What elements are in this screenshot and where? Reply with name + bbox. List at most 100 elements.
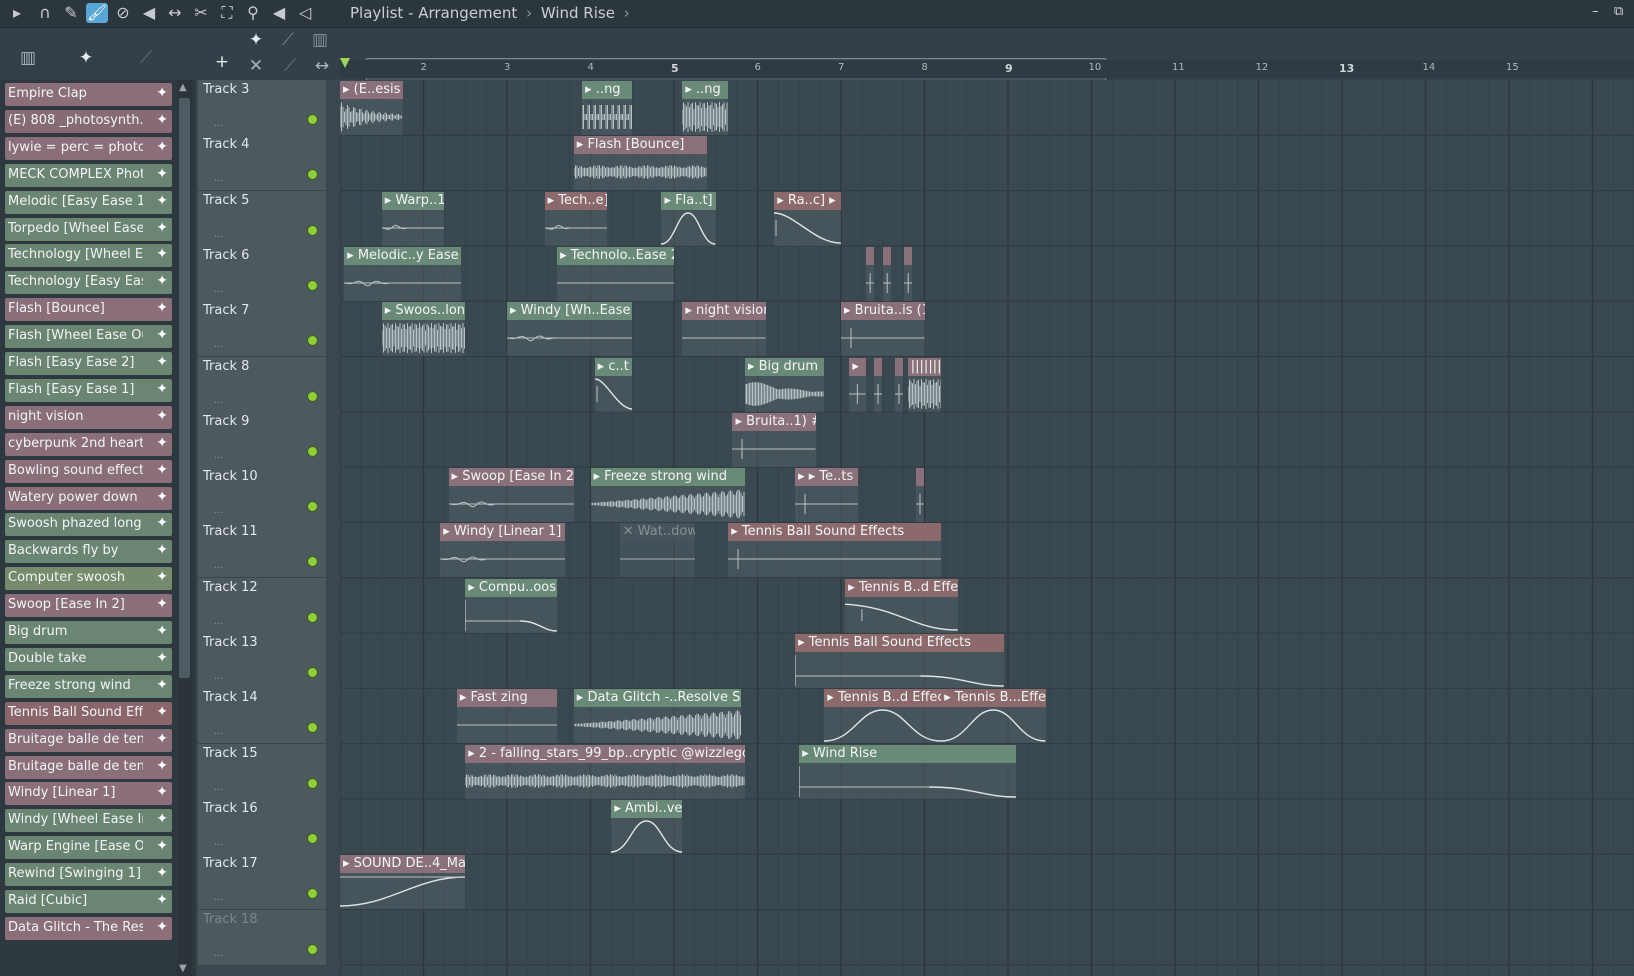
channel-item[interactable]: Double take ✦ [5,647,172,671]
track-options-icon[interactable]: ... [214,782,224,793]
audio-clip[interactable]: ▸ ..ng [582,81,633,135]
audio-clip[interactable]: ||||||| [907,357,942,412]
channel-item[interactable]: Data Glitch - The Res.. ✦ [5,916,172,940]
audio-clip[interactable]: ▸ Ra..c] ▸ [774,191,841,246]
track-options-icon[interactable]: ... [214,229,224,240]
channel-item[interactable]: Watery power down ✦ [5,486,172,510]
audio-clip[interactable]: ▸ Fast zing [456,689,558,744]
audio-clip[interactable] [895,357,904,412]
channel-item[interactable]: Computer swoosh ✦ [5,567,172,591]
audio-clip[interactable]: ▸ Ambi..ves [611,799,683,854]
track-options-icon[interactable]: ... [214,616,224,627]
zoom-icon[interactable]: ⚲ [242,3,264,23]
channel-item[interactable]: Technology [Easy Eas.. ✦ [5,271,172,295]
track-enable-led[interactable] [307,943,318,955]
scrollbar-thumb[interactable] [179,98,190,678]
channel-scrollbar[interactable]: ▲ ▼ [177,80,192,976]
magnet-icon[interactable]: ∩ [34,3,56,23]
track-header[interactable]: Track 18... [198,909,326,966]
audio-clip[interactable]: ▸ Melodic..y Ease 1] [344,246,462,301]
channel-item[interactable]: Empire Clap ✦ [5,83,172,106]
pattern-name[interactable]: Wind Rise [541,4,615,22]
track-enable-led[interactable] [307,667,318,678]
audio-clip[interactable]: ✕ Wat..down [619,523,695,578]
track-enable-led[interactable] [307,224,318,236]
track-options-icon[interactable]: ... [214,173,224,184]
pencil-icon[interactable]: ✎ [60,3,82,23]
channel-item[interactable]: Technology [Wheel Ea.. ✦ [5,244,172,268]
delete-icon[interactable]: ⊘ [112,3,134,23]
track-options-icon[interactable]: ... [214,948,224,959]
track-options-icon[interactable]: ... [214,505,224,516]
track-header[interactable]: Track 4... [198,135,326,192]
track-options-icon[interactable]: ... [214,560,224,571]
track-options-icon[interactable]: ... [214,284,224,295]
track-header[interactable]: Track 17... [198,854,326,911]
paint-brush-icon[interactable]: 🖌 [86,3,108,23]
horizontal-resize-icon[interactable]: ↔ [310,56,334,76]
audio-clip[interactable]: ▸ SOUND DE..4_Master [340,855,466,910]
audio-clip[interactable]: ▸ Freeze strong wind [590,468,745,523]
restore-button[interactable]: ⧉ [1614,4,1623,19]
add-track-icon[interactable]: + [210,52,234,72]
audio-clip[interactable]: ▸ (E..esis [340,81,403,135]
audio-clip[interactable]: ▸ Wind Rise [799,744,1017,799]
audio-clip[interactable]: ▸ ..ng [682,81,729,135]
mute-icon[interactable]: ◀ [138,3,160,23]
audio-clip[interactable]: ▸ 2 - falling_stars_99_bp..cryptic @wizz… [465,744,745,799]
audio-clip[interactable]: ▸ Tennis B..d Effects [824,689,942,744]
channel-item[interactable]: Windy [Linear 1] ✦ [5,782,172,806]
channel-item[interactable]: Warp Engine [Ease Ou.. ✦ [5,836,172,860]
track-enable-led[interactable] [307,722,318,734]
channel-item[interactable]: Flash [Wheel Ease Out] ✦ [5,325,172,349]
channel-item[interactable]: Flash [Easy Ease 2] ✦ [5,352,172,375]
track-enable-led[interactable] [307,445,318,457]
play-arrow-icon[interactable]: ▸ [6,3,28,23]
playback-icon[interactable]: ◀ [268,3,290,23]
audio-clip[interactable]: ▸ Tennis Ball Sound Effects [728,523,942,578]
track-header[interactable]: Track 8... [198,356,326,413]
piano-keys-icon[interactable]: ▥ [16,48,40,68]
audio-clip[interactable]: ▸ ▸ Te..ts [795,468,858,523]
audio-clip[interactable]: ▸ Compu..oosh [465,578,558,633]
track-header[interactable]: Track 9... [198,411,326,468]
channel-item[interactable]: Big drum ✦ [5,621,172,644]
playhead-marker[interactable] [340,58,350,68]
link-icon[interactable]: ⟋ [278,56,302,76]
channel-item[interactable]: Torpedo [Wheel Ease.. ✦ [5,217,172,241]
channel-item[interactable]: Bruitage balle de ten.. ✦ [5,728,172,752]
audio-clip[interactable] [916,468,925,523]
track-header[interactable]: Track 10... [198,467,326,524]
audio-clip[interactable] [874,357,883,412]
audio-clip[interactable]: ▸ night vision [682,302,766,357]
channel-item[interactable]: lywie = perc = photo.. ✦ [5,136,172,160]
track-header[interactable]: Track 11... [198,522,326,579]
minimize-button[interactable]: – [1592,4,1599,19]
scroll-up-icon[interactable]: ▲ [179,82,187,93]
channel-item[interactable]: (E) 808 _photosynth.. ✦ [5,109,172,133]
audio-filter-icon[interactable]: ✦ [244,30,268,50]
automation-icon[interactable]: ⟋ [134,48,158,68]
audio-clip[interactable]: ▸ Technolo..Ease 2] [557,246,674,301]
track-enable-led[interactable] [307,390,318,402]
channel-item[interactable]: Flash [Bounce] ✦ [5,298,172,322]
audio-clip[interactable]: ▸ [849,357,867,412]
audio-clip-icon[interactable]: ✦ [74,48,98,68]
track-header[interactable]: Track 3... [198,80,326,136]
audio-clip[interactable]: ▸ Flash [Bounce] [573,136,708,191]
track-enable-led[interactable] [307,777,318,789]
track-header[interactable]: Track 16... [198,798,326,855]
channel-item[interactable]: Backwards fly by ✦ [5,540,172,564]
track-header[interactable]: Track 12... [198,577,326,634]
track-options-icon[interactable]: ... [214,339,224,350]
timeline-ruler[interactable]: 2 3 4 5 6 7 8 9 10 11 12 13 14 15 [340,60,1634,78]
audio-clip[interactable]: ▸ Bruita..is (1) [841,302,925,357]
channel-item[interactable]: Raid [Cubic] ✦ [5,890,172,913]
channel-item[interactable]: night vision ✦ [5,405,172,429]
track-enable-led[interactable] [307,335,318,347]
track-enable-led[interactable] [307,169,318,181]
channel-item[interactable]: Rewind [Swinging 1] ✦ [5,863,172,887]
audio-clip[interactable]: ▸ Tech..e] [544,191,608,246]
channel-item[interactable]: MECK COMPLEX Photo.. ✦ [5,163,172,187]
track-header[interactable]: Track 13... [198,633,326,689]
